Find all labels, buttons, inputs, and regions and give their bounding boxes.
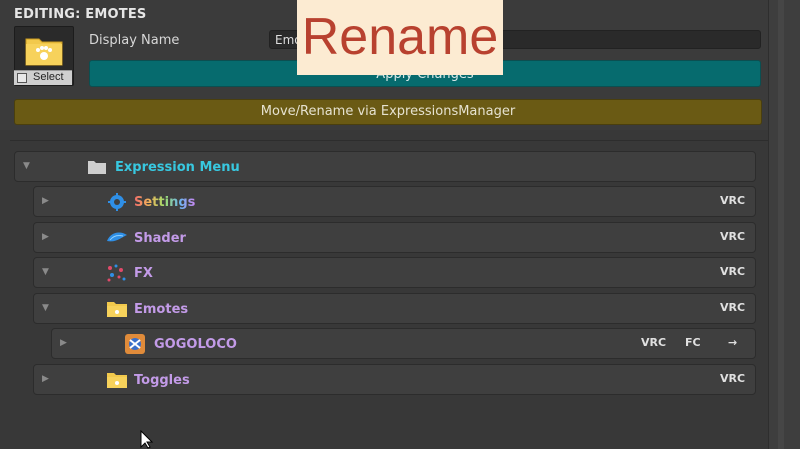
expand-arrow-icon[interactable]: ▼	[23, 161, 30, 171]
tree-item-label: Emotes	[134, 302, 189, 317]
rename-caption: Rename	[297, 0, 503, 75]
tree-root-row[interactable]: ▼ Expression Menu	[14, 151, 756, 182]
tree-item-emotes[interactable]: ▼ Emotes VRC	[33, 293, 756, 324]
vrc-tag: VRC	[641, 336, 667, 349]
tree-item-label: Toggles	[134, 373, 190, 388]
arrow-right-icon[interactable]: →	[728, 336, 737, 349]
tree-item-gogoloco[interactable]: ▶ GOGOLOCO VRC FC →	[51, 328, 756, 359]
select-toggle[interactable]: Select	[14, 70, 72, 85]
editing-title: EDITING: EMOTES	[14, 7, 147, 22]
display-name-label: Display Name	[89, 33, 180, 48]
tree-item-settings[interactable]: ▶ Settings VRC	[33, 186, 756, 217]
shader-icon	[107, 232, 127, 242]
collapse-arrow-icon[interactable]: ▼	[42, 267, 49, 277]
expand-arrow-icon[interactable]: ▶	[42, 374, 49, 384]
vrc-tag: VRC	[720, 372, 746, 385]
vrc-tag: VRC	[720, 265, 746, 278]
folder-paw-icon	[25, 38, 63, 66]
tree-item-label: Settings	[134, 195, 196, 210]
vrc-tag: VRC	[720, 230, 746, 243]
folder-icon	[88, 161, 106, 174]
gear-icon	[108, 193, 126, 211]
tree-item-label: GOGOLOCO	[154, 337, 237, 352]
tree-item-label: Shader	[134, 231, 186, 246]
gogoloco-icon	[125, 334, 145, 354]
expand-arrow-icon[interactable]: ▶	[60, 338, 67, 348]
tree-root-label: Expression Menu	[115, 160, 240, 175]
tree-item-label: FX	[134, 266, 153, 281]
expand-arrow-icon[interactable]: ▶	[42, 232, 49, 242]
mouse-cursor-icon	[140, 430, 154, 449]
fc-tag: FC	[685, 336, 701, 349]
tree-item-toggles[interactable]: ▶ Toggles VRC	[33, 364, 756, 395]
select-checkbox[interactable]	[17, 73, 27, 83]
divider	[10, 140, 768, 141]
move-rename-button[interactable]: Move/Rename via ExpressionsManager	[14, 99, 762, 125]
vrc-tag: VRC	[720, 301, 746, 314]
expand-arrow-icon[interactable]: ▶	[42, 196, 49, 206]
folder-icon	[107, 302, 127, 317]
tree-item-fx[interactable]: ▼ FX VRC	[33, 257, 756, 288]
tree-item-shader[interactable]: ▶ Shader VRC	[33, 222, 756, 253]
folder-icon	[107, 373, 127, 388]
collapse-arrow-icon[interactable]: ▼	[42, 303, 49, 313]
scrollbar-thumb[interactable]	[778, 0, 784, 449]
select-label: Select	[33, 71, 64, 83]
scrollbar-track[interactable]	[768, 0, 800, 449]
vrc-tag: VRC	[720, 194, 746, 207]
particles-icon	[107, 264, 126, 282]
